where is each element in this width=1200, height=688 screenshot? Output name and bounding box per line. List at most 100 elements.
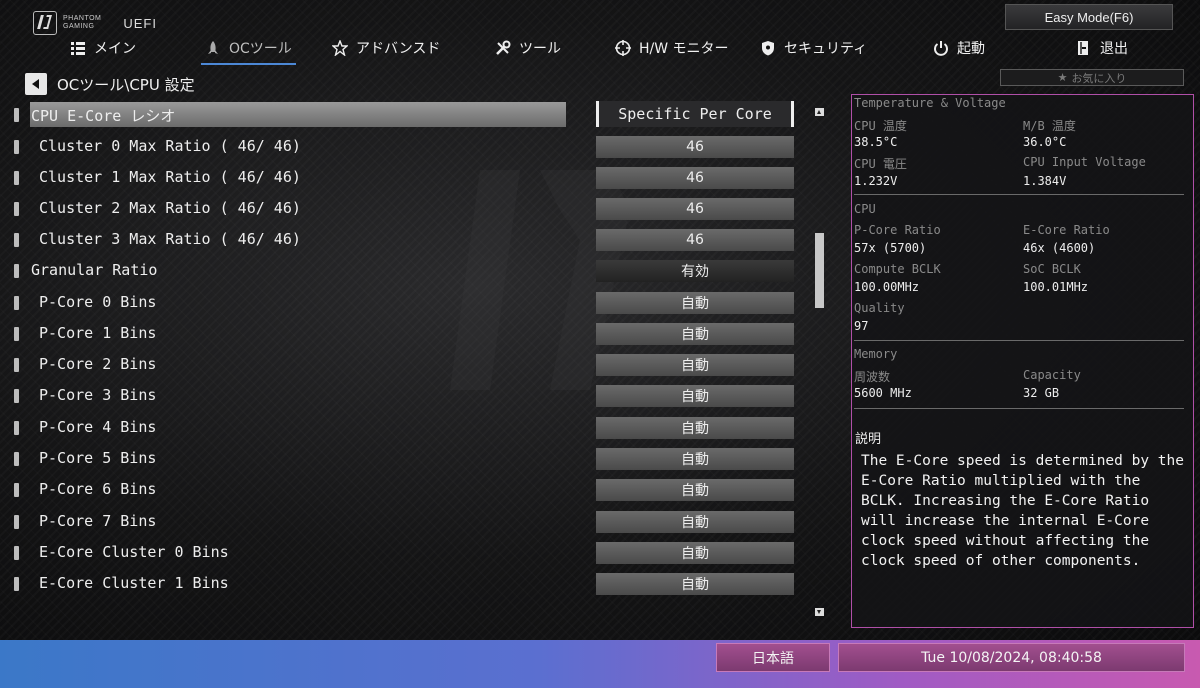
asrock-logo-icon: [33, 11, 57, 35]
setting-label: CPU E-Core レシオ: [31, 107, 176, 125]
setting-label: P-Core 2 Bins: [39, 355, 157, 373]
row-marker: [14, 515, 19, 529]
setting-row[interactable]: P-Core 3 Bins 自動: [0, 382, 800, 410]
setting-label: P-Core 5 Bins: [39, 449, 157, 467]
tab-exit[interactable]: 退出: [1076, 34, 1128, 62]
tab-security-label: セキュリティ: [784, 41, 868, 57]
row-marker: [14, 327, 19, 341]
tab-main[interactable]: メイン: [70, 34, 136, 62]
tab-advanced-label: アドバンスド: [356, 41, 441, 57]
ecore-ratio-label: E-Core Ratio: [1023, 223, 1110, 237]
setting-value-dropdown[interactable]: 有効: [596, 260, 794, 282]
row-marker: [14, 358, 19, 372]
rocket-icon: [208, 41, 218, 54]
tab-oc-tools-label: OCツール: [229, 41, 292, 57]
setting-row[interactable]: P-Core 2 Bins 自動: [0, 351, 800, 379]
datetime-display[interactable]: Tue 10/08/2024, 08:40:58: [838, 643, 1185, 672]
back-arrow-icon[interactable]: [25, 73, 47, 95]
setting-value-dropdown[interactable]: 自動: [596, 292, 794, 314]
row-marker: [14, 421, 19, 435]
setting-row[interactable]: P-Core 0 Bins 自動: [0, 289, 800, 317]
exit-icon: [1078, 41, 1088, 55]
brand-line2: GAMING: [63, 23, 95, 30]
tab-advanced[interactable]: アドバンスド: [332, 34, 440, 62]
setting-value-field[interactable]: 46: [596, 136, 794, 158]
divider: [854, 340, 1184, 341]
shield-icon: [762, 41, 774, 56]
setting-value-field[interactable]: 46: [596, 167, 794, 189]
setting-value-dropdown[interactable]: 自動: [596, 323, 794, 345]
scroll-down-arrow-icon[interactable]: [815, 608, 824, 616]
setting-value-field[interactable]: 46: [596, 198, 794, 220]
cpu-voltage-value: 1.232V: [854, 174, 898, 188]
cpu-temp-value: 38.5°C: [854, 135, 898, 149]
setting-label: P-Core 1 Bins: [39, 324, 157, 342]
tab-oc-tools[interactable]: OCツール: [201, 34, 296, 65]
setting-value-dropdown[interactable]: 自動: [596, 479, 794, 501]
quality-label: Quality: [854, 301, 905, 315]
setting-row[interactable]: P-Core 7 Bins 自動: [0, 508, 800, 536]
tab-main-label: メイン: [94, 41, 136, 57]
scroll-thumb[interactable]: [815, 233, 824, 308]
setting-value-dropdown[interactable]: 自動: [596, 511, 794, 533]
star-icon: [332, 40, 348, 56]
setting-label: P-Core 4 Bins: [39, 418, 157, 436]
setting-value-dropdown[interactable]: 自動: [596, 354, 794, 376]
section-cpu: CPU: [854, 202, 876, 216]
setting-value-dropdown[interactable]: 自動: [596, 573, 794, 595]
settings-scrollbar[interactable]: [815, 108, 824, 616]
setting-label: Cluster 2 Max Ratio ( 46/ 46): [39, 199, 301, 217]
memory-capacity-value: 32 GB: [1023, 386, 1060, 400]
setting-row[interactable]: P-Core 6 Bins 自動: [0, 476, 800, 504]
tab-boot-label: 起動: [957, 41, 985, 57]
setting-row[interactable]: Granular Ratio 有効: [0, 257, 800, 285]
setting-value-field[interactable]: 46: [596, 229, 794, 251]
setting-row[interactable]: Cluster 3 Max Ratio ( 46/ 46) 46: [0, 226, 800, 254]
favorites-button[interactable]: ★ お気に入り: [1000, 69, 1184, 86]
setting-label: P-Core 3 Bins: [39, 386, 157, 404]
soc-bclk-value: 100.01MHz: [1023, 280, 1089, 294]
cpu-input-voltage-value: 1.384V: [1023, 174, 1067, 188]
setting-label: Granular Ratio: [31, 261, 158, 279]
setting-row[interactable]: P-Core 1 Bins 自動: [0, 320, 800, 348]
easy-mode-button[interactable]: Easy Mode(F6): [1005, 4, 1173, 30]
setting-row[interactable]: P-Core 4 Bins 自動: [0, 414, 800, 442]
cpu-temp-label: CPU 温度: [854, 119, 907, 133]
setting-label: E-Core Cluster 1 Bins: [39, 574, 229, 592]
crosshair-icon: [615, 40, 631, 56]
scroll-up-arrow-icon[interactable]: [815, 108, 824, 116]
cpu-voltage-label: CPU 電圧: [854, 157, 907, 171]
tab-tools[interactable]: ツール: [495, 34, 561, 62]
row-marker: [14, 202, 19, 216]
tab-boot[interactable]: 起動: [933, 34, 985, 62]
setting-label: P-Core 7 Bins: [39, 512, 157, 530]
soc-bclk-label: SoC BCLK: [1023, 262, 1081, 276]
main-nav: メイン OCツール アドバンスド ツール H/W モニター セキュリティ 起動 …: [0, 34, 1200, 65]
setting-row[interactable]: E-Core Cluster 0 Bins 自動: [0, 539, 800, 567]
setting-value-dropdown[interactable]: 自動: [596, 448, 794, 470]
setting-row[interactable]: E-Core Cluster 1 Bins 自動: [0, 570, 800, 598]
setting-value-dropdown[interactable]: 自動: [596, 385, 794, 407]
list-icon: [71, 42, 85, 55]
setting-row[interactable]: Cluster 2 Max Ratio ( 46/ 46) 46: [0, 195, 800, 223]
language-button[interactable]: 日本語: [716, 643, 830, 672]
row-marker: [14, 108, 19, 122]
setting-row[interactable]: Cluster 1 Max Ratio ( 46/ 46) 46: [0, 164, 800, 192]
setting-value-dropdown[interactable]: 自動: [596, 417, 794, 439]
row-marker: [14, 577, 19, 591]
memory-capacity-label: Capacity: [1023, 368, 1081, 382]
setting-row[interactable]: CPU E-Core レシオ Specific Per Core: [0, 101, 800, 129]
memory-freq-label: 周波数: [854, 370, 891, 384]
row-marker: [14, 452, 19, 466]
tab-hw-monitor[interactable]: H/W モニター: [615, 34, 729, 62]
description-text: The E-Core speed is determined by the E-…: [861, 453, 1185, 569]
tab-security[interactable]: セキュリティ: [760, 34, 867, 62]
row-marker: [14, 483, 19, 497]
setting-value-dropdown[interactable]: 自動: [596, 542, 794, 564]
uefi-label: UEFI: [123, 15, 157, 31]
setting-row[interactable]: P-Core 5 Bins 自動: [0, 445, 800, 473]
breadcrumb-path: OCツール\CPU 設定: [57, 75, 195, 94]
mb-temp-value: 36.0°C: [1023, 135, 1067, 149]
setting-row[interactable]: Cluster 0 Max Ratio ( 46/ 46) 46: [0, 133, 800, 161]
setting-value-dropdown[interactable]: Specific Per Core: [596, 101, 794, 127]
